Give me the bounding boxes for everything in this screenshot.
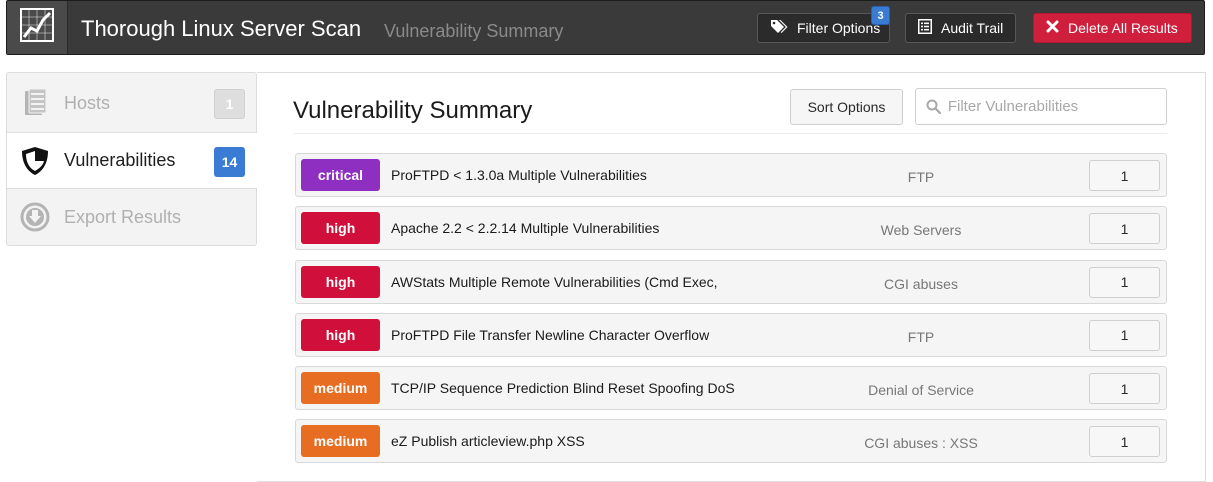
search-input[interactable] xyxy=(947,98,1166,115)
shield-icon xyxy=(20,146,50,176)
chart-line-icon xyxy=(20,8,54,47)
main-panel: Vulnerability Summary Sort Options criti… xyxy=(257,72,1206,482)
severity-badge: high xyxy=(301,265,380,298)
tags-icon xyxy=(770,19,788,38)
vulnerability-row[interactable]: high ProFTPD File Transfer Newline Chara… xyxy=(295,312,1167,357)
host-count[interactable]: 1 xyxy=(1089,319,1160,351)
page-subtitle: Vulnerability Summary xyxy=(384,21,564,41)
sidebar-item-label: Hosts xyxy=(64,93,111,113)
severity-badge: high xyxy=(301,318,380,351)
top-bar: Thorough Linux Server Scan Vulnerability… xyxy=(6,0,1205,55)
filter-count-badge: 3 xyxy=(871,6,890,25)
sidebar-item-vulnerabilities[interactable]: Vulnerabilities 14 xyxy=(7,132,258,189)
severity-badge: medium xyxy=(301,372,380,405)
vulnerability-name: Apache 2.2 < 2.2.14 Multiple Vulnerabili… xyxy=(391,220,660,237)
server-stack-icon xyxy=(20,88,50,118)
hosts-count-badge: 1 xyxy=(214,89,245,119)
scan-title: Thorough Linux Server Scan xyxy=(81,16,362,41)
sort-options-button[interactable]: Sort Options xyxy=(790,89,903,125)
vulnerability-row[interactable]: medium TCP/IP Sequence Prediction Blind … xyxy=(295,366,1167,411)
list-icon xyxy=(918,19,932,37)
sidebar-item-label: Vulnerabilities xyxy=(64,150,176,170)
sidebar-item-export-results[interactable]: Export Results xyxy=(7,189,257,246)
severity-badge: critical xyxy=(301,159,380,191)
vulnerability-row[interactable]: medium eZ Publish articleview.php XSS CG… xyxy=(295,419,1167,464)
vulnerability-name: eZ Publish articleview.php XSS xyxy=(391,433,585,450)
host-count[interactable]: 1 xyxy=(1089,213,1160,245)
host-count[interactable]: 1 xyxy=(1089,266,1160,298)
delete-all-results-button[interactable]: Delete All Results xyxy=(1033,13,1192,43)
audit-trail-label: Audit Trail xyxy=(941,20,1004,36)
filter-options-label: Filter Options xyxy=(797,20,881,36)
download-circle-icon xyxy=(20,202,50,232)
vulnerabilities-count-badge: 14 xyxy=(214,147,245,177)
vulnerability-name: ProFTPD File Transfer Newline Character … xyxy=(391,326,710,343)
divider xyxy=(293,133,1167,134)
vulnerability-name: AWStats Multiple Remote Vulnerabilities … xyxy=(391,273,718,290)
host-count[interactable]: 1 xyxy=(1089,426,1160,458)
severity-badge: medium xyxy=(301,425,380,458)
vulnerability-list: critical ProFTPD < 1.3.0a Multiple Vulne… xyxy=(295,153,1167,473)
close-icon xyxy=(1046,20,1059,36)
plugin-family: Denial of Service xyxy=(868,382,974,399)
vulnerability-row[interactable]: critical ProFTPD < 1.3.0a Multiple Vulne… xyxy=(295,153,1167,197)
page-title: Vulnerability Summary xyxy=(293,97,533,124)
delete-all-results-label: Delete All Results xyxy=(1068,20,1178,36)
vulnerability-row[interactable]: high AWStats Multiple Remote Vulnerabili… xyxy=(295,259,1167,304)
audit-trail-button[interactable]: Audit Trail xyxy=(905,13,1016,43)
logo[interactable] xyxy=(7,1,68,54)
sidebar-item-hosts[interactable]: Hosts 1 xyxy=(7,75,257,132)
sidebar-item-label: Export Results xyxy=(64,207,182,227)
filter-vulnerabilities-search[interactable] xyxy=(915,88,1167,125)
plugin-family: CGI abuses : XSS xyxy=(864,435,978,452)
plugin-family: FTP xyxy=(907,169,935,185)
plugin-family: FTP xyxy=(907,328,935,345)
plugin-family: Web Servers xyxy=(880,222,962,239)
plugin-family: CGI abuses xyxy=(884,275,958,292)
search-icon xyxy=(926,99,942,115)
vulnerability-name: TCP/IP Sequence Prediction Blind Reset S… xyxy=(391,380,735,397)
severity-badge: high xyxy=(301,212,380,245)
host-count[interactable]: 1 xyxy=(1089,160,1160,191)
vulnerability-name: ProFTPD < 1.3.0a Multiple Vulnerabilitie… xyxy=(391,167,647,183)
host-count[interactable]: 1 xyxy=(1089,373,1160,405)
sidebar: Hosts 1 Vulnerabilities 14 Export Result… xyxy=(6,72,258,246)
vulnerability-row[interactable]: high Apache 2.2 < 2.2.14 Multiple Vulner… xyxy=(295,206,1167,251)
